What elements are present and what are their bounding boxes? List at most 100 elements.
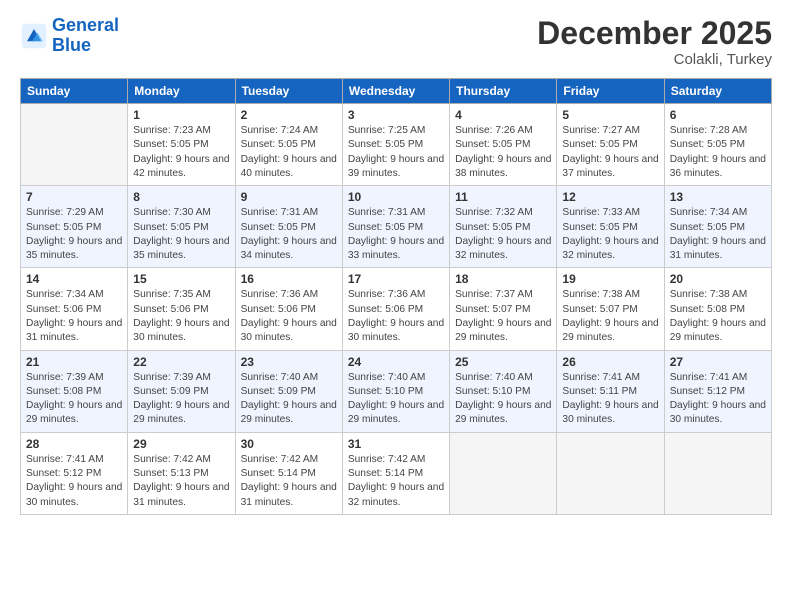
day-info: Sunrise: 7:36 AM Sunset: 5:06 PM Dayligh… <box>348 288 444 345</box>
day-number: 31 <box>348 437 444 451</box>
day-cell: 23 Sunrise: 7:40 AM Sunset: 5:09 PM Dayl… <box>235 350 342 432</box>
header: General Blue December 2025 Colakli, Turk… <box>20 16 772 68</box>
day-number: 18 <box>455 272 551 286</box>
day-info: Sunrise: 7:37 AM Sunset: 5:07 PM Dayligh… <box>455 288 551 345</box>
day-info: Sunrise: 7:28 AM Sunset: 5:05 PM Dayligh… <box>670 124 766 181</box>
day-number: 15 <box>133 272 229 286</box>
day-number: 5 <box>562 108 658 122</box>
weekday-header-wednesday: Wednesday <box>342 79 449 104</box>
day-info: Sunrise: 7:35 AM Sunset: 5:06 PM Dayligh… <box>133 288 229 345</box>
day-number: 4 <box>455 108 551 122</box>
day-cell: 15 Sunrise: 7:35 AM Sunset: 5:06 PM Dayl… <box>128 268 235 350</box>
day-cell <box>450 432 557 514</box>
day-cell: 31 Sunrise: 7:42 AM Sunset: 5:14 PM Dayl… <box>342 432 449 514</box>
day-info: Sunrise: 7:36 AM Sunset: 5:06 PM Dayligh… <box>241 288 337 345</box>
day-cell: 30 Sunrise: 7:42 AM Sunset: 5:14 PM Dayl… <box>235 432 342 514</box>
day-cell: 4 Sunrise: 7:26 AM Sunset: 5:05 PM Dayli… <box>450 104 557 186</box>
calendar-table: SundayMondayTuesdayWednesdayThursdayFrid… <box>20 78 772 515</box>
day-cell: 12 Sunrise: 7:33 AM Sunset: 5:05 PM Dayl… <box>557 186 664 268</box>
day-info: Sunrise: 7:40 AM Sunset: 5:10 PM Dayligh… <box>455 371 551 428</box>
day-info: Sunrise: 7:25 AM Sunset: 5:05 PM Dayligh… <box>348 124 444 181</box>
day-cell: 16 Sunrise: 7:36 AM Sunset: 5:06 PM Dayl… <box>235 268 342 350</box>
day-number: 22 <box>133 355 229 369</box>
day-cell: 21 Sunrise: 7:39 AM Sunset: 5:08 PM Dayl… <box>21 350 128 432</box>
day-number: 7 <box>26 190 122 204</box>
weekday-header-saturday: Saturday <box>664 79 771 104</box>
day-info: Sunrise: 7:38 AM Sunset: 5:07 PM Dayligh… <box>562 288 658 345</box>
weekday-header-tuesday: Tuesday <box>235 79 342 104</box>
day-number: 10 <box>348 190 444 204</box>
day-info: Sunrise: 7:30 AM Sunset: 5:05 PM Dayligh… <box>133 206 229 263</box>
weekday-header-friday: Friday <box>557 79 664 104</box>
day-info: Sunrise: 7:41 AM Sunset: 5:12 PM Dayligh… <box>670 371 766 428</box>
day-number: 8 <box>133 190 229 204</box>
day-cell: 6 Sunrise: 7:28 AM Sunset: 5:05 PM Dayli… <box>664 104 771 186</box>
day-cell: 10 Sunrise: 7:31 AM Sunset: 5:05 PM Dayl… <box>342 186 449 268</box>
day-cell: 11 Sunrise: 7:32 AM Sunset: 5:05 PM Dayl… <box>450 186 557 268</box>
day-number: 24 <box>348 355 444 369</box>
day-cell: 1 Sunrise: 7:23 AM Sunset: 5:05 PM Dayli… <box>128 104 235 186</box>
day-cell: 19 Sunrise: 7:38 AM Sunset: 5:07 PM Dayl… <box>557 268 664 350</box>
logo-text: General Blue <box>52 16 119 56</box>
day-info: Sunrise: 7:33 AM Sunset: 5:05 PM Dayligh… <box>562 206 658 263</box>
day-cell <box>21 104 128 186</box>
day-info: Sunrise: 7:42 AM Sunset: 5:14 PM Dayligh… <box>241 453 337 510</box>
day-cell: 27 Sunrise: 7:41 AM Sunset: 5:12 PM Dayl… <box>664 350 771 432</box>
day-info: Sunrise: 7:39 AM Sunset: 5:09 PM Dayligh… <box>133 371 229 428</box>
day-number: 21 <box>26 355 122 369</box>
logo-blue: Blue <box>52 35 91 55</box>
day-number: 19 <box>562 272 658 286</box>
day-number: 3 <box>348 108 444 122</box>
day-cell: 3 Sunrise: 7:25 AM Sunset: 5:05 PM Dayli… <box>342 104 449 186</box>
week-row-4: 21 Sunrise: 7:39 AM Sunset: 5:08 PM Dayl… <box>21 350 772 432</box>
day-cell: 13 Sunrise: 7:34 AM Sunset: 5:05 PM Dayl… <box>664 186 771 268</box>
weekday-header-sunday: Sunday <box>21 79 128 104</box>
day-number: 28 <box>26 437 122 451</box>
week-row-3: 14 Sunrise: 7:34 AM Sunset: 5:06 PM Dayl… <box>21 268 772 350</box>
day-number: 27 <box>670 355 766 369</box>
day-number: 13 <box>670 190 766 204</box>
day-info: Sunrise: 7:27 AM Sunset: 5:05 PM Dayligh… <box>562 124 658 181</box>
day-number: 9 <box>241 190 337 204</box>
weekday-header-monday: Monday <box>128 79 235 104</box>
day-number: 20 <box>670 272 766 286</box>
logo-icon <box>20 22 48 50</box>
page: General Blue December 2025 Colakli, Turk… <box>0 0 792 612</box>
day-cell: 22 Sunrise: 7:39 AM Sunset: 5:09 PM Dayl… <box>128 350 235 432</box>
week-row-1: 1 Sunrise: 7:23 AM Sunset: 5:05 PM Dayli… <box>21 104 772 186</box>
title-block: December 2025 Colakli, Turkey <box>537 16 772 68</box>
day-info: Sunrise: 7:31 AM Sunset: 5:05 PM Dayligh… <box>241 206 337 263</box>
day-number: 23 <box>241 355 337 369</box>
day-number: 17 <box>348 272 444 286</box>
day-cell: 17 Sunrise: 7:36 AM Sunset: 5:06 PM Dayl… <box>342 268 449 350</box>
day-info: Sunrise: 7:42 AM Sunset: 5:13 PM Dayligh… <box>133 453 229 510</box>
day-info: Sunrise: 7:34 AM Sunset: 5:06 PM Dayligh… <box>26 288 122 345</box>
day-cell: 8 Sunrise: 7:30 AM Sunset: 5:05 PM Dayli… <box>128 186 235 268</box>
day-cell: 5 Sunrise: 7:27 AM Sunset: 5:05 PM Dayli… <box>557 104 664 186</box>
logo: General Blue <box>20 16 119 56</box>
week-row-2: 7 Sunrise: 7:29 AM Sunset: 5:05 PM Dayli… <box>21 186 772 268</box>
day-info: Sunrise: 7:24 AM Sunset: 5:05 PM Dayligh… <box>241 124 337 181</box>
day-info: Sunrise: 7:26 AM Sunset: 5:05 PM Dayligh… <box>455 124 551 181</box>
day-number: 12 <box>562 190 658 204</box>
day-cell: 20 Sunrise: 7:38 AM Sunset: 5:08 PM Dayl… <box>664 268 771 350</box>
day-number: 1 <box>133 108 229 122</box>
day-cell <box>557 432 664 514</box>
day-cell: 14 Sunrise: 7:34 AM Sunset: 5:06 PM Dayl… <box>21 268 128 350</box>
subtitle: Colakli, Turkey <box>537 51 772 68</box>
day-info: Sunrise: 7:34 AM Sunset: 5:05 PM Dayligh… <box>670 206 766 263</box>
day-cell: 7 Sunrise: 7:29 AM Sunset: 5:05 PM Dayli… <box>21 186 128 268</box>
day-cell: 2 Sunrise: 7:24 AM Sunset: 5:05 PM Dayli… <box>235 104 342 186</box>
day-cell: 9 Sunrise: 7:31 AM Sunset: 5:05 PM Dayli… <box>235 186 342 268</box>
day-number: 11 <box>455 190 551 204</box>
day-cell: 25 Sunrise: 7:40 AM Sunset: 5:10 PM Dayl… <box>450 350 557 432</box>
day-number: 25 <box>455 355 551 369</box>
day-info: Sunrise: 7:23 AM Sunset: 5:05 PM Dayligh… <box>133 124 229 181</box>
day-info: Sunrise: 7:38 AM Sunset: 5:08 PM Dayligh… <box>670 288 766 345</box>
day-number: 16 <box>241 272 337 286</box>
day-number: 30 <box>241 437 337 451</box>
day-cell: 26 Sunrise: 7:41 AM Sunset: 5:11 PM Dayl… <box>557 350 664 432</box>
day-info: Sunrise: 7:40 AM Sunset: 5:09 PM Dayligh… <box>241 371 337 428</box>
day-cell: 28 Sunrise: 7:41 AM Sunset: 5:12 PM Dayl… <box>21 432 128 514</box>
weekday-header-thursday: Thursday <box>450 79 557 104</box>
